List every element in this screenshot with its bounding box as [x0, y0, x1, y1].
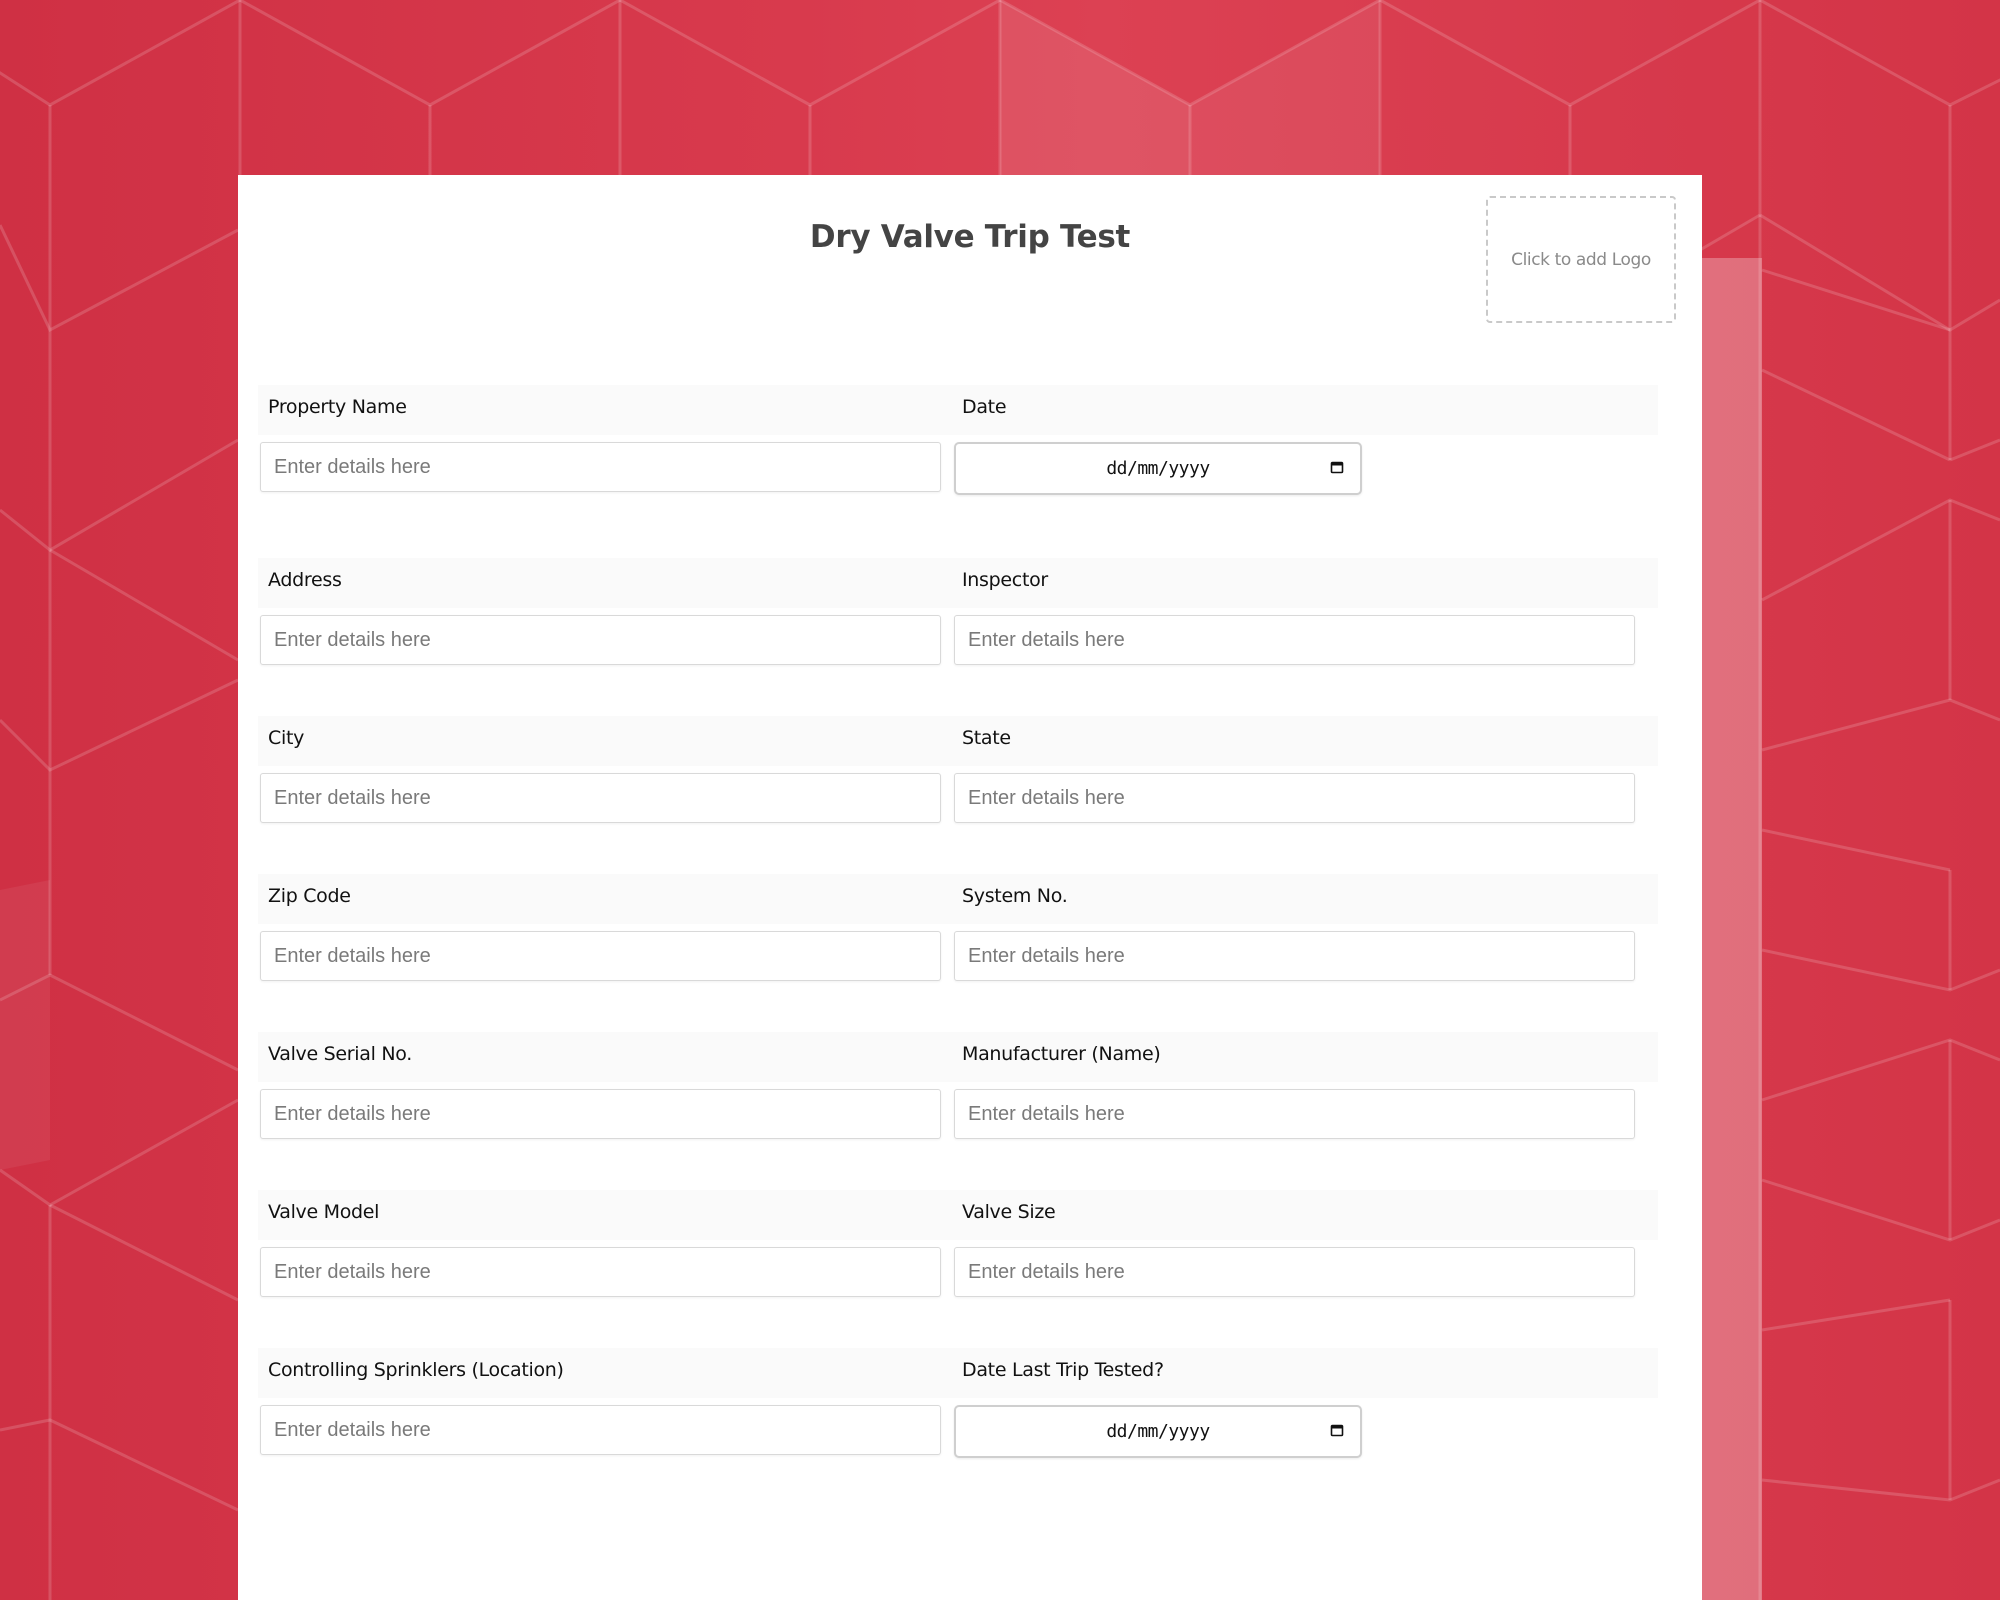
address-label: Address — [268, 569, 342, 591]
date-input-placeholder: dd/mm/yyyy — [1106, 1421, 1210, 1442]
state-input[interactable] — [954, 773, 1635, 823]
zip-code-input[interactable] — [260, 931, 941, 981]
valve-model-label: Valve Model — [268, 1201, 380, 1223]
manufacturer-input[interactable] — [954, 1089, 1635, 1139]
address-input[interactable] — [260, 615, 941, 665]
system-no-label: System No. — [962, 885, 1068, 907]
controlling-sprinklers-label: Controlling Sprinklers (Location) — [268, 1359, 564, 1381]
label-band — [258, 558, 1658, 608]
valve-size-label: Valve Size — [962, 1201, 1056, 1223]
label-band — [258, 1032, 1658, 1082]
calendar-icon[interactable] — [1330, 1423, 1344, 1437]
zip-code-label: Zip Code — [268, 885, 351, 907]
form-title: Dry Valve Trip Test — [809, 219, 1131, 255]
date-last-trip-tested-input[interactable]: dd/mm/yyyy — [954, 1405, 1362, 1458]
state-label: State — [962, 727, 1011, 749]
property-name-input[interactable] — [260, 442, 941, 492]
city-input[interactable] — [260, 773, 941, 823]
label-band — [258, 385, 1658, 435]
decorative-side-strip — [1702, 258, 1762, 1600]
system-no-input[interactable] — [954, 931, 1635, 981]
label-band — [258, 716, 1658, 766]
label-band — [258, 874, 1658, 924]
valve-size-input[interactable] — [954, 1247, 1635, 1297]
date-last-trip-tested-label: Date Last Trip Tested? — [962, 1359, 1164, 1381]
controlling-sprinklers-input[interactable] — [260, 1405, 941, 1455]
valve-serial-no-input[interactable] — [260, 1089, 941, 1139]
date-input[interactable]: dd/mm/yyyy — [954, 442, 1362, 495]
date-label: Date — [962, 396, 1007, 418]
inspector-label: Inspector — [962, 569, 1048, 591]
city-label: City — [268, 727, 305, 749]
property-name-label: Property Name — [268, 396, 407, 418]
add-logo-label: Click to add Logo — [1511, 249, 1651, 270]
valve-serial-no-label: Valve Serial No. — [268, 1043, 412, 1065]
manufacturer-label: Manufacturer (Name) — [962, 1043, 1161, 1065]
form-card: Dry Valve Trip Test Click to add Logo Pr… — [238, 175, 1702, 1600]
valve-model-input[interactable] — [260, 1247, 941, 1297]
label-band — [258, 1190, 1658, 1240]
date-input-placeholder: dd/mm/yyyy — [1106, 458, 1210, 479]
calendar-icon[interactable] — [1330, 460, 1344, 474]
inspector-input[interactable] — [954, 615, 1635, 665]
add-logo-button[interactable]: Click to add Logo — [1486, 196, 1676, 323]
